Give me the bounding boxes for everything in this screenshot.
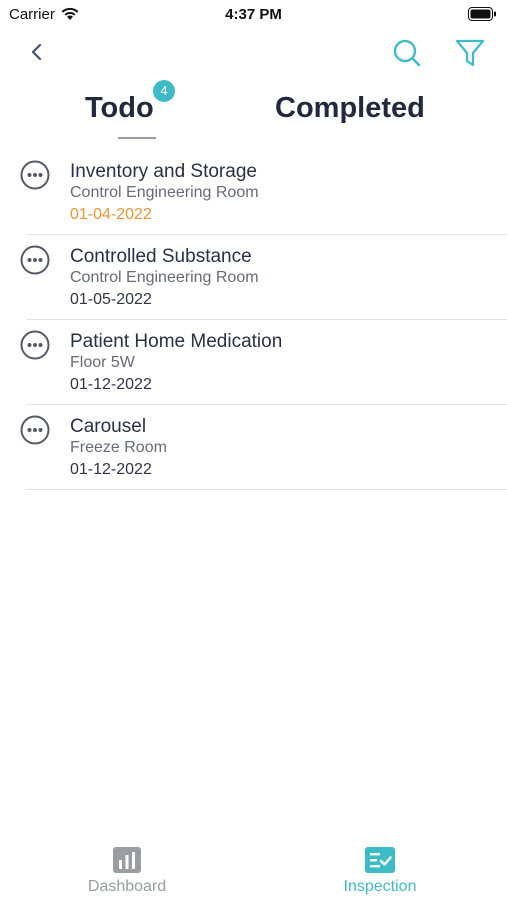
more-horizontal-circle-icon[interactable]: [20, 245, 50, 275]
tabbar-inspection-label: Inspection: [343, 878, 417, 895]
tabbar-dashboard[interactable]: Dashboard: [47, 835, 207, 896]
bar-chart-icon: [113, 847, 141, 873]
more-horizontal-circle-icon[interactable]: [20, 415, 50, 445]
tab-completed[interactable]: Completed: [275, 92, 425, 125]
filter-icon: [455, 39, 485, 67]
bottom-tab-bar: Dashboard Inspection: [0, 835, 507, 900]
inspection-list: Inventory and Storage Control Engineerin…: [0, 150, 507, 490]
search-button[interactable]: [390, 36, 424, 70]
item-title: Patient Home Medication: [70, 331, 283, 352]
more-horizontal-circle-icon[interactable]: [20, 330, 50, 360]
item-location: Floor 5W: [70, 354, 135, 371]
status-bar: Carrier 4:37 PM: [0, 0, 507, 30]
checklist-icon: [365, 847, 395, 873]
search-icon: [393, 39, 421, 67]
list-item[interactable]: Controlled Substance Control Engineering…: [0, 235, 507, 320]
item-title: Carousel: [70, 416, 147, 437]
item-date: 01-12-2022: [70, 461, 152, 478]
tab-todo[interactable]: Todo: [85, 92, 154, 125]
item-date: 01-04-2022: [70, 206, 152, 223]
list-item[interactable]: Patient Home Medication Floor 5W 01-12-2…: [0, 320, 507, 405]
chevron-left-icon: [31, 43, 42, 61]
back-button[interactable]: [24, 38, 52, 66]
item-location: Freeze Room: [70, 439, 167, 456]
active-tab-indicator: [118, 137, 156, 139]
tabbar-dashboard-label: Dashboard: [87, 878, 167, 895]
list-item[interactable]: Carousel Freeze Room 01-12-2022: [0, 405, 507, 490]
more-horizontal-circle-icon[interactable]: [20, 160, 50, 190]
list-item[interactable]: Inventory and Storage Control Engineerin…: [0, 150, 507, 235]
status-time: 4:37 PM: [225, 6, 282, 23]
item-date: 01-12-2022: [70, 376, 152, 393]
item-title: Controlled Substance: [70, 246, 252, 267]
tabbar-inspection[interactable]: Inspection: [300, 835, 460, 896]
battery-icon: [468, 7, 496, 21]
item-date: 01-05-2022: [70, 291, 152, 308]
divider: [26, 489, 507, 490]
item-location: Control Engineering Room: [70, 269, 259, 286]
item-title: Inventory and Storage: [70, 161, 257, 182]
filter-button[interactable]: [453, 37, 487, 69]
item-location: Control Engineering Room: [70, 184, 259, 201]
todo-count-badge: 4: [153, 80, 175, 102]
